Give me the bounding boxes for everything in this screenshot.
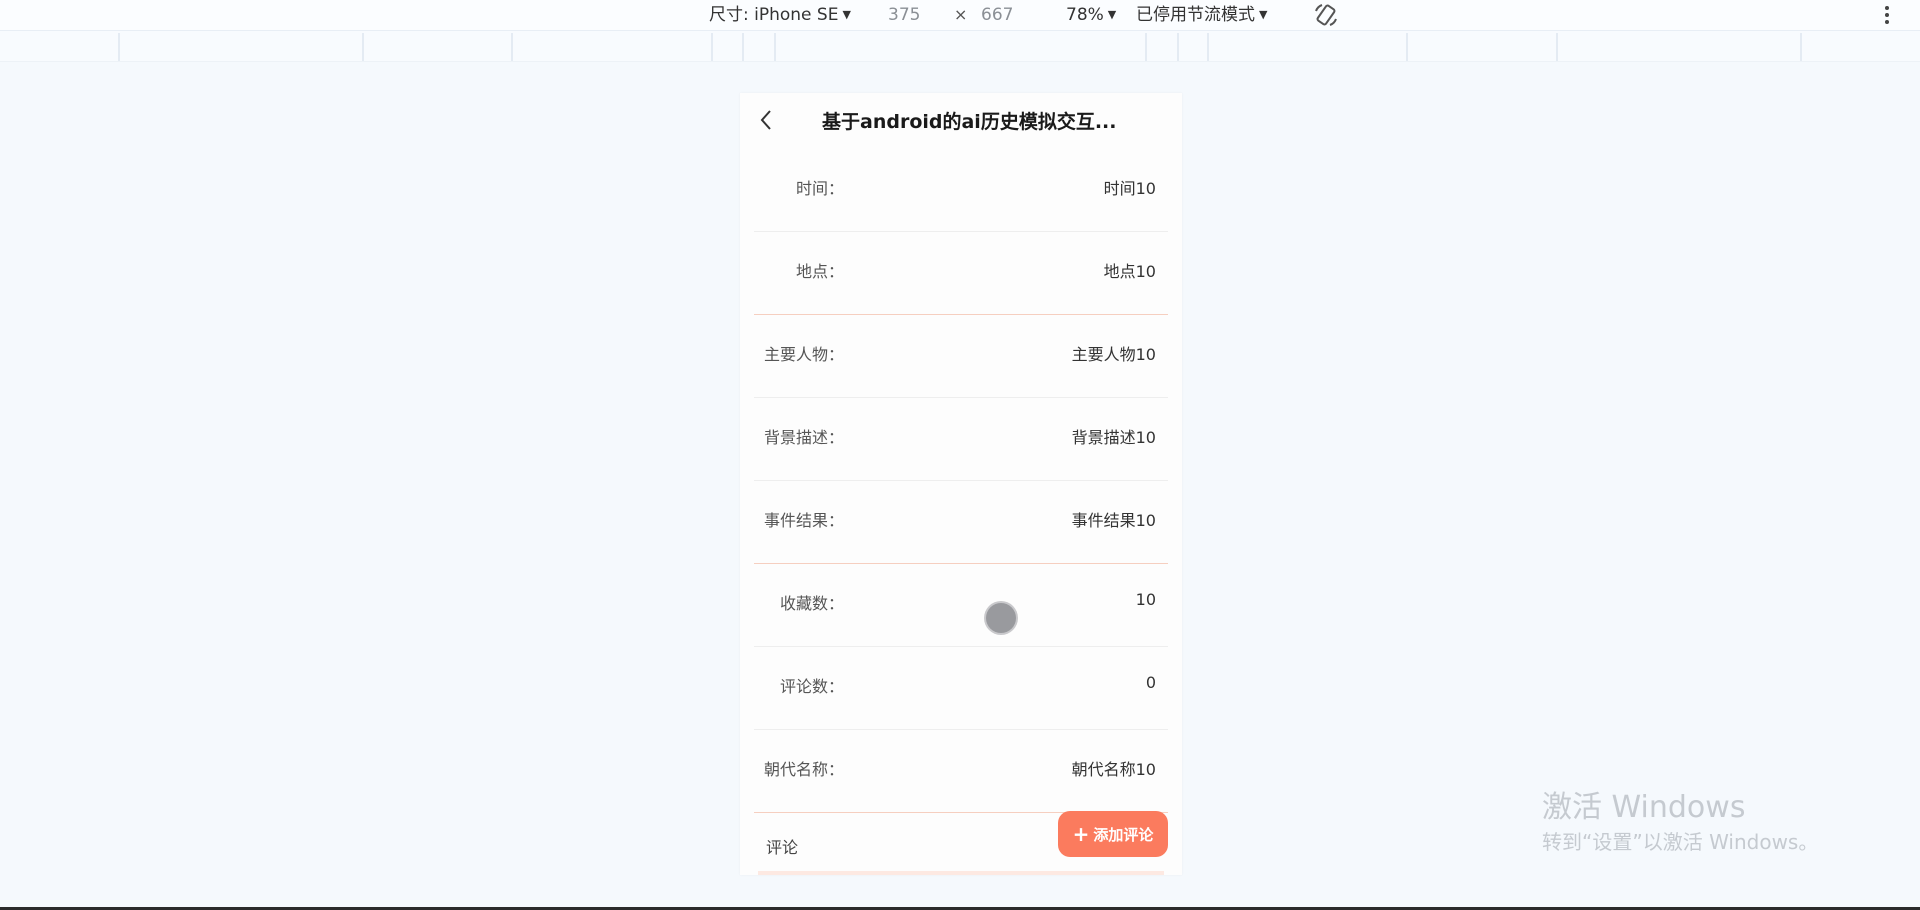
detail-row-result: 事件结果： 事件结果10 (754, 481, 1168, 564)
detail-value: 背景描述10 (1071, 428, 1156, 447)
comment-list-edge (758, 871, 1164, 875)
plus-icon: + (1072, 822, 1090, 846)
device-viewport: 基于android的ai历史模拟交互... 时间： 时间10 地点： 地点10 … (740, 93, 1182, 875)
detail-label: 事件结果： (763, 511, 844, 530)
detail-value: 事件结果10 (1071, 511, 1156, 530)
watermark-subtitle: 转到“设置”以激活 Windows。 (1542, 830, 1819, 854)
detail-row-characters: 主要人物： 主要人物10 (754, 315, 1168, 398)
detail-row-time: 时间： 时间10 (754, 149, 1168, 232)
media-query-bar (0, 31, 1920, 62)
watermark-title: 激活 Windows (1542, 790, 1746, 825)
rotate-icon[interactable] (1313, 2, 1339, 28)
more-vertical-icon[interactable] (1882, 3, 1892, 27)
detail-row-background: 背景描述： 背景描述10 (754, 398, 1168, 481)
caret-down-icon: ▼ (842, 8, 851, 21)
zoom-dropdown[interactable]: 78% ▼ (1066, 3, 1116, 27)
detail-label: 收藏数： (779, 594, 844, 613)
detail-value: 0 (1145, 673, 1156, 692)
detail-row-location: 地点： 地点10 (754, 232, 1168, 315)
page-title: 基于android的ai历史模拟交互... (822, 111, 1117, 133)
detail-label: 时间： (795, 179, 844, 198)
detail-label: 地点： (795, 262, 844, 281)
detail-value: 地点10 (1103, 262, 1156, 281)
zoom-label: 78% (1066, 5, 1104, 25)
detail-row-dynasty: 朝代名称： 朝代名称10 (754, 730, 1168, 813)
device-width-input[interactable]: 375 (888, 3, 920, 27)
comment-section-label: 评论 (766, 838, 799, 857)
throttle-dropdown[interactable]: 已停用节流模式 ▼ (1136, 3, 1267, 27)
back-arrow-icon[interactable] (754, 107, 780, 133)
devtools-device-toolbar: 尺寸: iPhone SE ▼ 375 × 667 78% ▼ 已停用节流模式 ▼ (0, 0, 1920, 31)
add-comment-label: 添加评论 (1093, 826, 1154, 844)
windows-activation-watermark: 激活 Windows 转到“设置”以激活 Windows。 (1542, 790, 1818, 858)
comment-section-header: 评论 + 添加评论 (754, 811, 1168, 867)
caret-down-icon: ▼ (1259, 8, 1268, 21)
detail-value: 10 (1135, 590, 1156, 609)
detail-value: 时间10 (1103, 179, 1156, 198)
dimension-separator: × (954, 5, 968, 24)
device-size-label: 尺寸: iPhone SE (709, 5, 839, 25)
caret-down-icon: ▼ (1107, 8, 1117, 21)
detail-row-favorites: 收藏数： 10 (754, 564, 1168, 647)
device-size-dropdown[interactable]: 尺寸: iPhone SE ▼ (709, 3, 851, 27)
detail-row-comments-count: 评论数： 0 (754, 647, 1168, 730)
device-height-input[interactable]: 667 (981, 3, 1013, 27)
add-comment-button[interactable]: + 添加评论 (1058, 811, 1168, 857)
detail-value: 主要人物10 (1071, 345, 1156, 364)
detail-label: 主要人物： (763, 345, 844, 364)
detail-label: 朝代名称： (763, 760, 844, 779)
throttle-label: 已停用节流模式 (1136, 5, 1255, 25)
detail-label: 评论数： (779, 677, 844, 696)
event-detail-list: 时间： 时间10 地点： 地点10 主要人物： 主要人物10 背景描述： 背景描… (754, 149, 1168, 813)
detail-value: 朝代名称10 (1071, 760, 1156, 779)
nav-bar: 基于android的ai历史模拟交互... (740, 93, 1182, 149)
touch-cursor-indicator (986, 603, 1016, 633)
detail-label: 背景描述： (763, 428, 844, 447)
